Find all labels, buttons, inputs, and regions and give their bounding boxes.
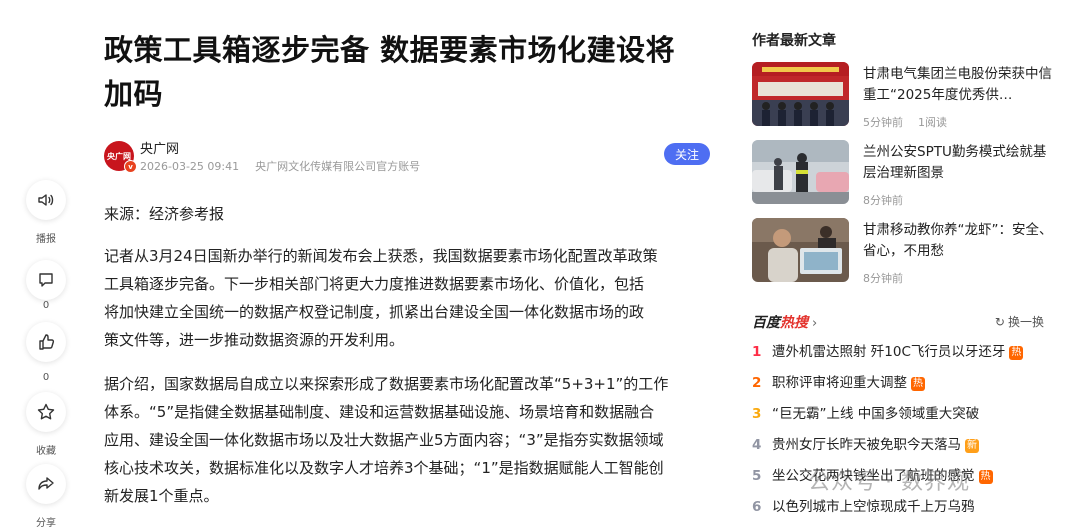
article-paragraph: 据介绍，国家数据局自成立以来探索形成了数据要素市场化配置改革“5+3+1”的工作… <box>104 370 710 510</box>
sidebar: 作者最新文章 甘肃电气集团兰电股份荣获中信重工“2025年度优秀供… 5分钟前 … <box>752 30 1053 515</box>
hot-text: 贵州女厅长昨天被免职今天落马 <box>772 437 961 453</box>
share-button[interactable] <box>26 464 66 504</box>
refresh-icon: ↻ <box>994 315 1005 329</box>
like-button[interactable] <box>26 322 66 362</box>
hot-tag: 热 <box>978 470 993 484</box>
article-title-line2: 加码 <box>104 77 164 111</box>
hot-text: “巨无霸”上线 中国多领域重大突破 <box>772 406 980 422</box>
hot-rank: 2 <box>752 375 762 391</box>
news-thumbnail <box>752 62 849 126</box>
news-thumbnail <box>752 140 849 204</box>
hot-text: 职称评审将迎重大调整 <box>772 375 907 391</box>
hot-search-item[interactable]: 3 “巨无霸”上线 中国多领域重大突破 <box>752 402 1052 424</box>
hot-rank: 6 <box>752 499 762 515</box>
refresh-label: 换一换 <box>1007 315 1044 329</box>
hot-text: 以色列城市上空惊现成千上万乌鸦 <box>772 499 975 515</box>
collect-button[interactable] <box>26 392 66 432</box>
speaker-icon <box>38 194 54 206</box>
share-label: 分享 <box>36 518 56 529</box>
hot-tag: 热 <box>911 377 925 391</box>
comment-button[interactable] <box>26 260 66 300</box>
hot-logo-suffix: 热搜 <box>780 315 808 331</box>
news-meta: 5分钟前 1阅读 <box>863 114 947 130</box>
author-row: 央广网 v 央广网 2026-03-25 09:41 央广网文化传媒有限公司官方账… <box>104 140 710 180</box>
comment-icon <box>39 273 53 287</box>
hot-rank: 5 <box>752 468 762 484</box>
paragraph-line: 体系。“5”是指健全数据基础制度、建设和运营数据基础设施、场景培育和数据融合 <box>104 403 655 421</box>
follow-button[interactable]: 关注 <box>664 143 710 165</box>
thumbs-up-icon <box>39 334 55 350</box>
collect-action[interactable]: 收藏 <box>24 392 68 457</box>
watermark: 公众号 · 数界观 <box>808 470 970 495</box>
hot-search-header: 百度热搜 › ↻ 换一换 <box>752 312 1044 332</box>
article-paragraph: 记者从3月24日国新办举行的新闻发布会上获悉，我国数据要素市场化配置改革政策 工… <box>104 242 710 354</box>
broadcast-action[interactable]: 播报 <box>24 180 68 245</box>
latest-article-item[interactable]: 兰州公安SPTU勤务模式绘就基层治理新图景 8分钟前 <box>752 140 1053 208</box>
hot-search-item[interactable]: 4 贵州女厅长昨天被免职今天落马新 <box>752 433 1052 455</box>
paragraph-line: 新发展1个重点。 <box>104 487 219 505</box>
article-title-line1: 政策工具箱逐步完备 数据要素市场化建设将 <box>104 33 676 67</box>
broadcast-button[interactable] <box>26 180 66 220</box>
publish-time: 2026-03-25 09:41 <box>140 160 240 173</box>
paragraph-line: 工具箱逐步完备。下一步相关部门将更大力度推进数据要素市场化、价值化，包括 <box>104 275 645 293</box>
avatar[interactable]: 央广网 v <box>104 141 137 173</box>
author-meta: 2026-03-25 09:41 央广网文化传媒有限公司官方账号 <box>140 158 420 174</box>
hot-rank: 4 <box>752 437 762 453</box>
news-title[interactable]: 甘肃移动教你养“龙虾”：安全、省心，不用愁 <box>863 220 1053 262</box>
comment-action[interactable]: 0 <box>24 260 68 311</box>
news-time: 5分钟前 <box>863 116 903 129</box>
share-action[interactable]: 分享 <box>24 464 68 529</box>
article: 政策工具箱逐步完备 数据要素市场化建设将 加码 央广网 v 央广网 2026-0… <box>104 28 710 505</box>
author-name[interactable]: 央广网 <box>140 138 179 157</box>
hot-search-logo[interactable]: 百度热搜 <box>752 315 808 331</box>
verified-badge-icon: v <box>124 160 137 173</box>
paragraph-line: 策文件等，进一步推动数据资源的开发利用。 <box>104 331 405 349</box>
hot-logo-prefix: 百度 <box>752 315 780 331</box>
news-time: 8分钟前 <box>863 272 903 285</box>
latest-article-item[interactable]: 甘肃移动教你养“龙虾”：安全、省心，不用愁 8分钟前 <box>752 218 1053 286</box>
article-paragraph: 来源：经济参考报 <box>104 200 710 228</box>
news-title[interactable]: 兰州公安SPTU勤务模式绘就基层治理新图景 <box>863 142 1053 184</box>
chevron-right-icon[interactable]: › <box>812 316 817 331</box>
paragraph-line: 记者从3月24日国新办举行的新闻发布会上获悉，我国数据要素市场化配置改革政策 <box>104 247 658 265</box>
news-reads: 1阅读 <box>918 116 947 129</box>
news-time: 8分钟前 <box>863 194 903 207</box>
news-thumbnail <box>752 218 849 282</box>
like-action[interactable]: 0 <box>24 322 68 383</box>
hot-search-item[interactable]: 2 职称评审将迎重大调整热 <box>752 371 1052 393</box>
collect-label: 收藏 <box>36 446 56 457</box>
hot-search-item[interactable]: 6 以色列城市上空惊现成千上万乌鸦 <box>752 495 1052 517</box>
paragraph-line: 应用、建设全国一体化数据市场以及壮大数据产业5方面内容；“3”是指夯实数据领域 <box>104 431 664 449</box>
paragraph-line: 据介绍，国家数据局自成立以来探索形成了数据要素市场化配置改革“5+3+1”的工作 <box>104 375 669 393</box>
refresh-button[interactable]: ↻ 换一换 <box>995 313 1044 330</box>
hot-rank: 1 <box>752 344 762 360</box>
like-count: 0 <box>42 372 50 383</box>
star-icon <box>37 403 55 420</box>
paragraph-line: 核心技术攻关，数据标准化以及数字人才培养3个基础；“1”是指数据赋能人工智能创 <box>104 459 664 477</box>
broadcast-label: 播报 <box>36 234 56 245</box>
latest-article-item[interactable]: 甘肃电气集团兰电股份荣获中信重工“2025年度优秀供… 5分钟前 1阅读 <box>752 62 1053 130</box>
comment-count: 0 <box>42 300 50 311</box>
share-icon <box>38 477 54 490</box>
news-title[interactable]: 甘肃电气集团兰电股份荣获中信重工“2025年度优秀供… <box>863 64 1053 106</box>
hot-rank: 3 <box>752 406 762 422</box>
hot-tag: 新 <box>965 439 979 453</box>
hot-text: 遭外机雷达照射 歼10C飞行员以牙还牙 <box>772 344 1006 360</box>
paragraph-line: 将加快建立全国统一的数据产权登记制度，抓紧出台建设全国一体化数据市场的政 <box>104 303 645 321</box>
hot-search-item[interactable]: 1 遭外机雷达照射 歼10C飞行员以牙还牙热 <box>752 340 1052 362</box>
news-meta: 8分钟前 <box>863 192 903 208</box>
paragraph-line: 来源：经济参考报 <box>104 205 225 223</box>
latest-heading: 作者最新文章 <box>752 33 836 49</box>
author-org: 央广网文化传媒有限公司官方账号 <box>255 160 421 173</box>
hot-tag: 热 <box>1009 346 1024 360</box>
news-meta: 8分钟前 <box>863 270 903 286</box>
article-title: 政策工具箱逐步完备 数据要素市场化建设将 加码 <box>104 28 710 116</box>
